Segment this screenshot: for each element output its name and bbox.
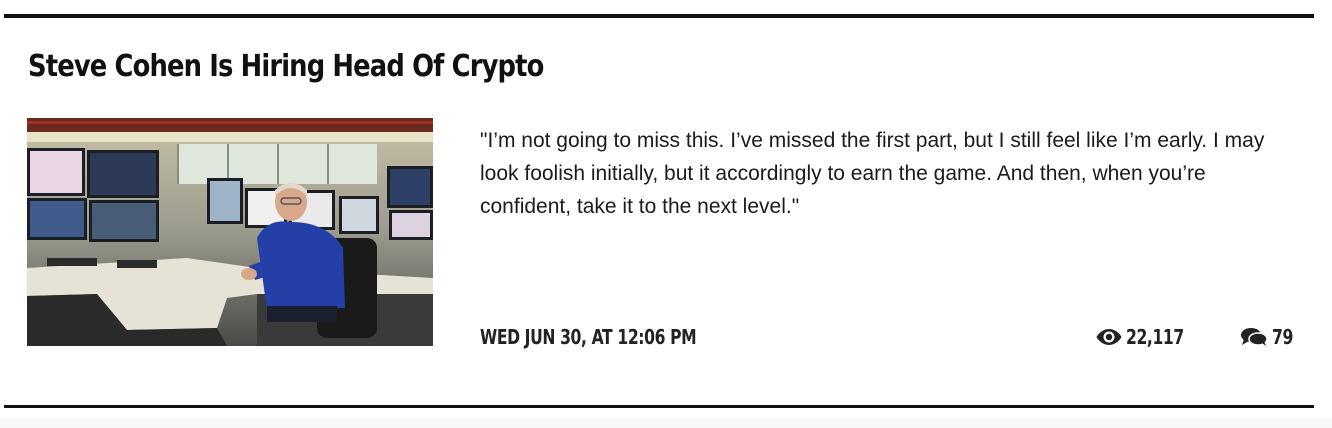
top-divider (4, 14, 1314, 18)
publish-date: WED JUN 30, AT 12:06 PM (480, 325, 697, 349)
comments-icon (1240, 327, 1268, 347)
article-title[interactable]: Steve Cohen Is Hiring Head Of Crypto (28, 44, 544, 90)
views-stat: 22,117 (1096, 322, 1200, 352)
eye-icon (1096, 328, 1122, 346)
article-excerpt: "I’m not going to miss this. I’ve missed… (480, 129, 1265, 218)
article-thumbnail[interactable] (27, 118, 433, 346)
bottom-divider (4, 405, 1314, 408)
comments-stat[interactable]: 79 (1240, 322, 1299, 352)
article-card: Steve Cohen Is Hiring Head Of Crypto "I’… (0, 0, 1332, 418)
comments-count: 79 (1272, 325, 1293, 349)
views-count: 22,117 (1126, 325, 1184, 349)
